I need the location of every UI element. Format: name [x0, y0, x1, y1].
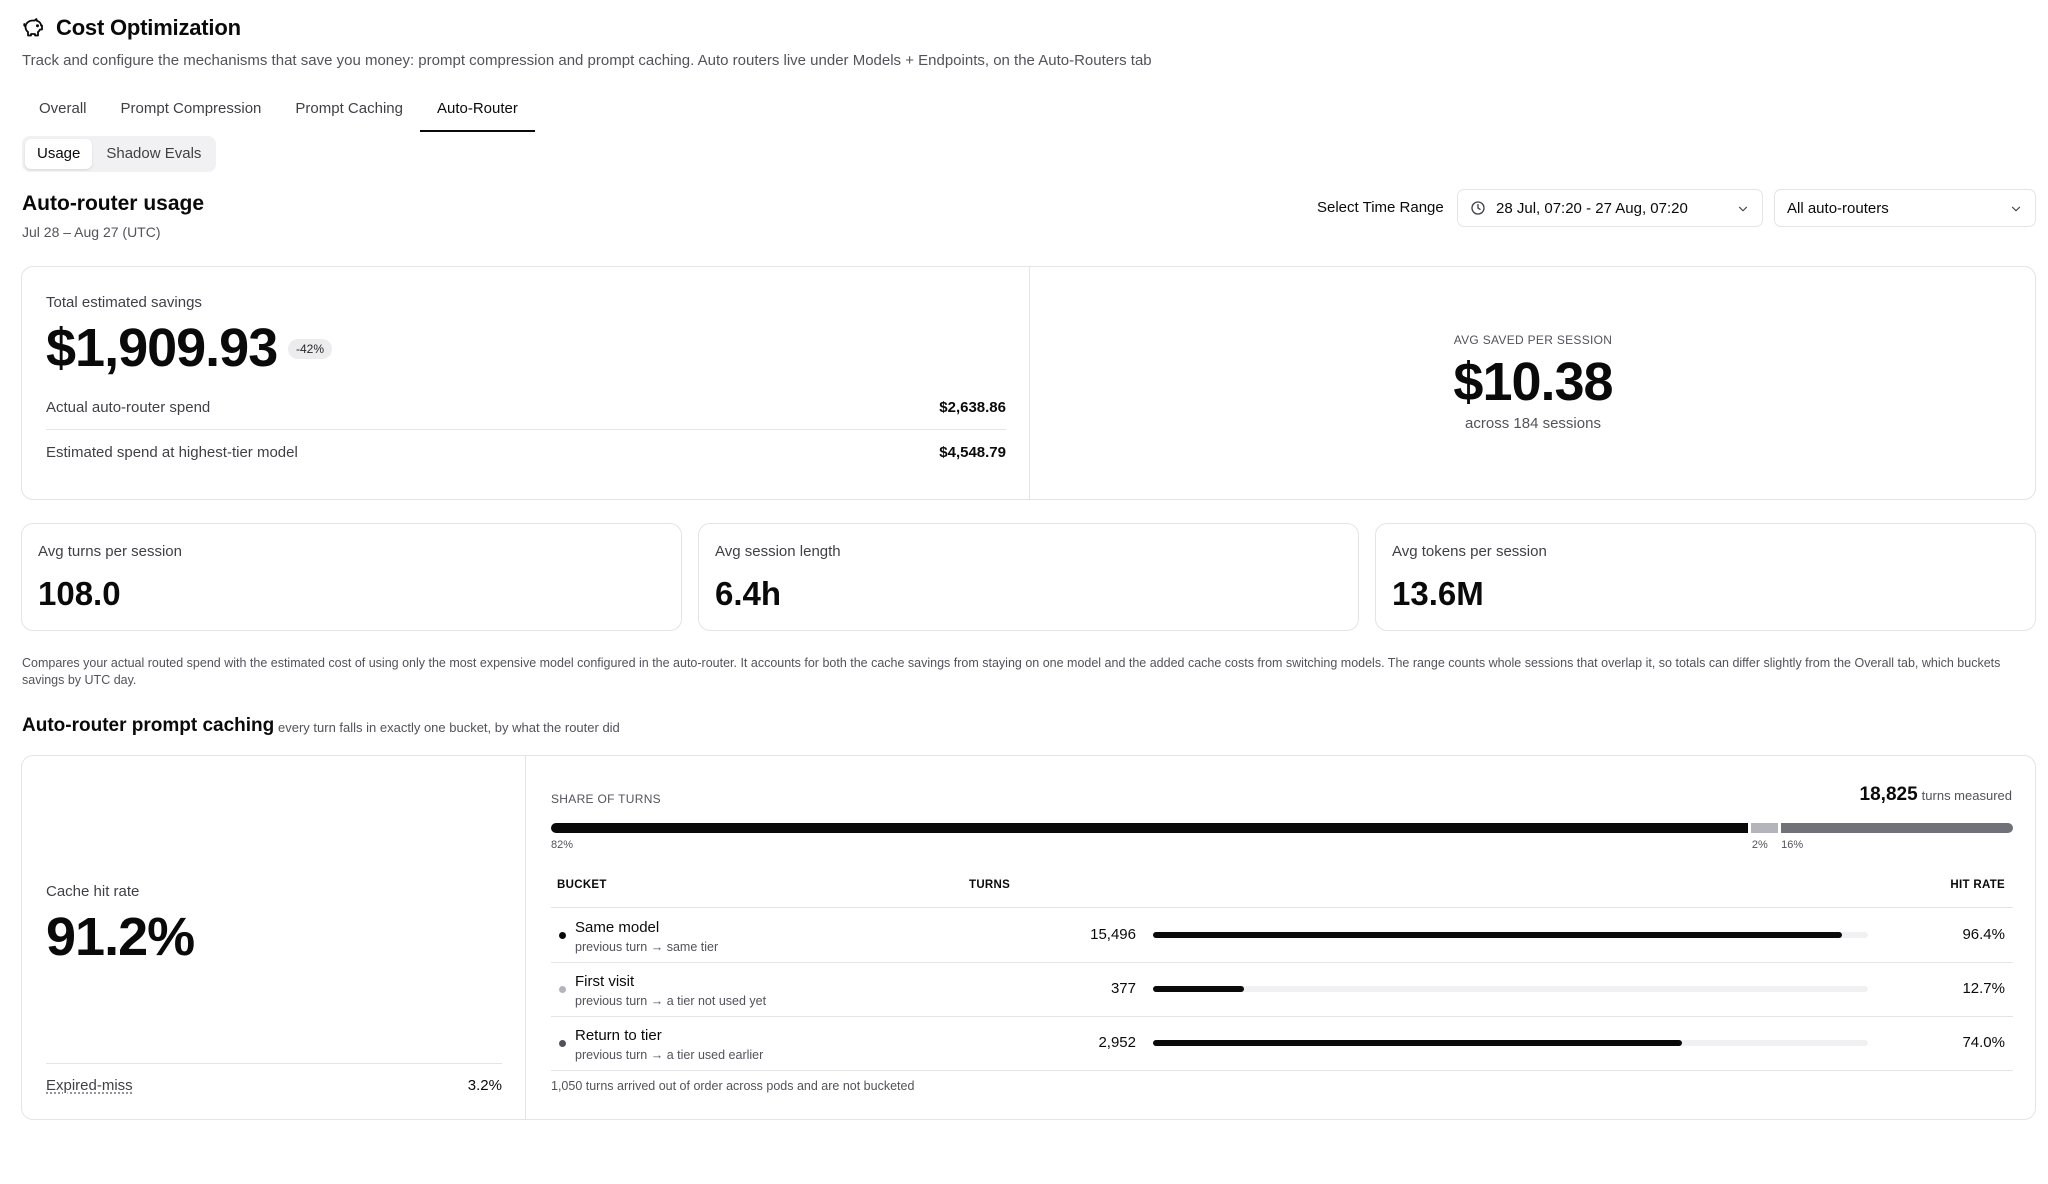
stat-label: Avg session length [715, 543, 841, 560]
stat-value: 6.4h [715, 575, 782, 612]
share-segment-label: 16% [1781, 839, 1804, 851]
auto-router-select[interactable]: All auto-routers [1774, 189, 2036, 227]
bucket-hit-rate: 74.0% [1962, 1034, 2005, 1051]
bucket-dot [559, 1040, 566, 1047]
bucket-name: First visit [575, 973, 635, 990]
stat-card-avg-session-length: Avg session length 6.4h [698, 523, 1359, 631]
bucket-name: Return to tier [575, 1027, 662, 1044]
time-range-value: 28 Jul, 07:20 - 27 Aug, 07:20 [1496, 199, 1688, 217]
caching-title: Auto-router prompt caching [22, 715, 275, 736]
time-range-select[interactable]: 28 Jul, 07:20 - 27 Aug, 07:20 [1457, 189, 1763, 227]
estimated-spend-value: $4,548.79 [939, 444, 1006, 461]
table-row: First visit previous turn → a tier not us… [551, 962, 2013, 1016]
chevron-down-icon [2011, 206, 2021, 212]
bucket-turns: 15,496 [1090, 926, 1136, 943]
bucket-description: previous turn → a tier not used yet [575, 994, 767, 1008]
total-savings-label: Total estimated savings [46, 294, 202, 311]
table-row: Return to tier previous turn → a tier use… [551, 1016, 2013, 1070]
savings-summary: Total estimated savings $1,909.93 -42% A… [22, 267, 1030, 499]
divider [551, 1070, 2013, 1071]
hit-rate-bar [1153, 986, 1868, 992]
tab-overall[interactable]: Overall [22, 92, 104, 132]
share-segment-label: 2% [1751, 839, 1768, 851]
subtab-switch: Usage Shadow Evals [22, 136, 217, 172]
expired-miss-row: Expired-miss 3.2% [46, 1077, 502, 1094]
piggy-bank-icon [23, 18, 43, 37]
main-tabs: Overall Prompt Compression Prompt Cachin… [22, 92, 535, 132]
share-segment [1780, 823, 2013, 833]
page-header: Cost Optimization Track and configure th… [22, 14, 1152, 69]
page-title: Cost Optimization [56, 15, 241, 40]
avg-saved-sessions: across 184 sessions [1465, 415, 1601, 432]
bucket-turns: 377 [1110, 980, 1136, 997]
table-row: Same model previous turn → same tier 15,49… [551, 908, 2013, 962]
bucket-hit-rate: 12.7% [1962, 980, 2005, 997]
divider [46, 1063, 502, 1064]
time-range-label: Select Time Range [1317, 199, 1444, 216]
share-of-turns-bar [551, 823, 2013, 833]
cache-hit-panel: Cache hit rate 91.2% Expired-miss 3.2% [22, 756, 526, 1119]
auto-router-value: All auto-routers [1787, 199, 1889, 217]
hit-rate-fill [1153, 986, 1244, 992]
stat-card-avg-tokens: Avg tokens per session 13.6M [1375, 523, 2036, 631]
usage-title: Auto-router usage [22, 192, 205, 215]
stat-label: Avg turns per session [38, 543, 182, 560]
share-segment [1751, 823, 1778, 833]
page-subtitle: Track and configure the mechanisms that … [22, 52, 1152, 69]
column-header-hit-rate: HIT RATE [1950, 879, 2005, 891]
tab-prompt-compression[interactable]: Prompt Compression [104, 92, 279, 132]
tab-auto-router[interactable]: Auto-Router [419, 92, 535, 132]
stat-label: Avg tokens per session [1392, 543, 1547, 560]
estimated-spend-row: Estimated spend at highest-tier model $4… [46, 444, 1006, 461]
usage-range: Jul 28 – Aug 27 (UTC) [22, 224, 161, 240]
savings-card: Total estimated savings $1,909.93 -42% A… [21, 266, 2036, 500]
column-header-bucket: BUCKET [557, 879, 607, 891]
bucket-turns: 2,952 [1098, 1034, 1136, 1051]
hit-rate-bar [1153, 932, 1868, 938]
bucket-dot [559, 932, 566, 939]
column-header-turns: TURNS [969, 879, 1011, 891]
turns-measured: 18,825 turns measured [1860, 784, 2012, 806]
avg-saved-panel: AVG SAVED PER SESSION $10.38 across 184 … [1030, 267, 2036, 499]
cache-hit-value: 91.2% [46, 907, 195, 967]
stat-value: 108.0 [38, 575, 121, 612]
savings-percent-badge: -42% [288, 339, 333, 359]
hit-rate-fill [1153, 1040, 1683, 1046]
chevron-down-icon [1738, 206, 1748, 212]
share-segment-label: 82% [551, 839, 574, 851]
bucket-description: previous turn → same tier [575, 940, 719, 954]
actual-spend-value: $2,638.86 [939, 399, 1006, 416]
hit-rate-fill [1153, 932, 1843, 938]
share-segment [551, 823, 1749, 833]
stat-value: 13.6M [1392, 575, 1484, 612]
avg-saved-value: $10.38 [1453, 352, 1613, 412]
expired-miss-value: 3.2% [467, 1077, 502, 1094]
bucket-dot [559, 986, 566, 993]
subtab-shadow-evals[interactable]: Shadow Evals [94, 139, 213, 169]
divider [46, 429, 1006, 430]
turns-measured-suffix: turns measured [1921, 788, 2012, 803]
turns-measured-value: 18,825 [1859, 784, 1918, 805]
actual-spend-row: Actual auto-router spend $2,638.86 [46, 399, 1006, 416]
hit-rate-bar [1153, 1040, 1868, 1046]
caching-card: Cache hit rate 91.2% Expired-miss 3.2% S… [21, 755, 2036, 1120]
caching-subtitle: every turn falls in exactly one bucket, … [278, 720, 620, 735]
share-of-turns-label: SHARE OF TURNS [551, 792, 661, 806]
stat-card-avg-turns: Avg turns per session 108.0 [21, 523, 682, 631]
tab-prompt-caching[interactable]: Prompt Caching [278, 92, 420, 132]
total-savings-value: $1,909.93 [46, 318, 278, 378]
clock-icon [1471, 201, 1485, 215]
bucket-description: previous turn → a tier used earlier [575, 1048, 764, 1062]
actual-spend-label: Actual auto-router spend [46, 399, 211, 416]
estimated-spend-label: Estimated spend at highest-tier model [46, 444, 298, 461]
share-of-turns-panel: SHARE OF TURNS 18,825 turns measured 82% 2… [526, 756, 2036, 1119]
savings-footnote: Compares your actual routed spend with t… [22, 656, 2001, 687]
expired-miss-label[interactable]: Expired-miss [46, 1077, 133, 1094]
out-of-order-note: 1,050 turns arrived out of order across … [551, 1079, 915, 1093]
avg-saved-label: AVG SAVED PER SESSION [1453, 333, 1613, 347]
cache-hit-label: Cache hit rate [46, 883, 140, 900]
bucket-name: Same model [575, 919, 660, 936]
subtab-usage[interactable]: Usage [25, 139, 93, 169]
bucket-hit-rate: 96.4% [1962, 926, 2005, 943]
